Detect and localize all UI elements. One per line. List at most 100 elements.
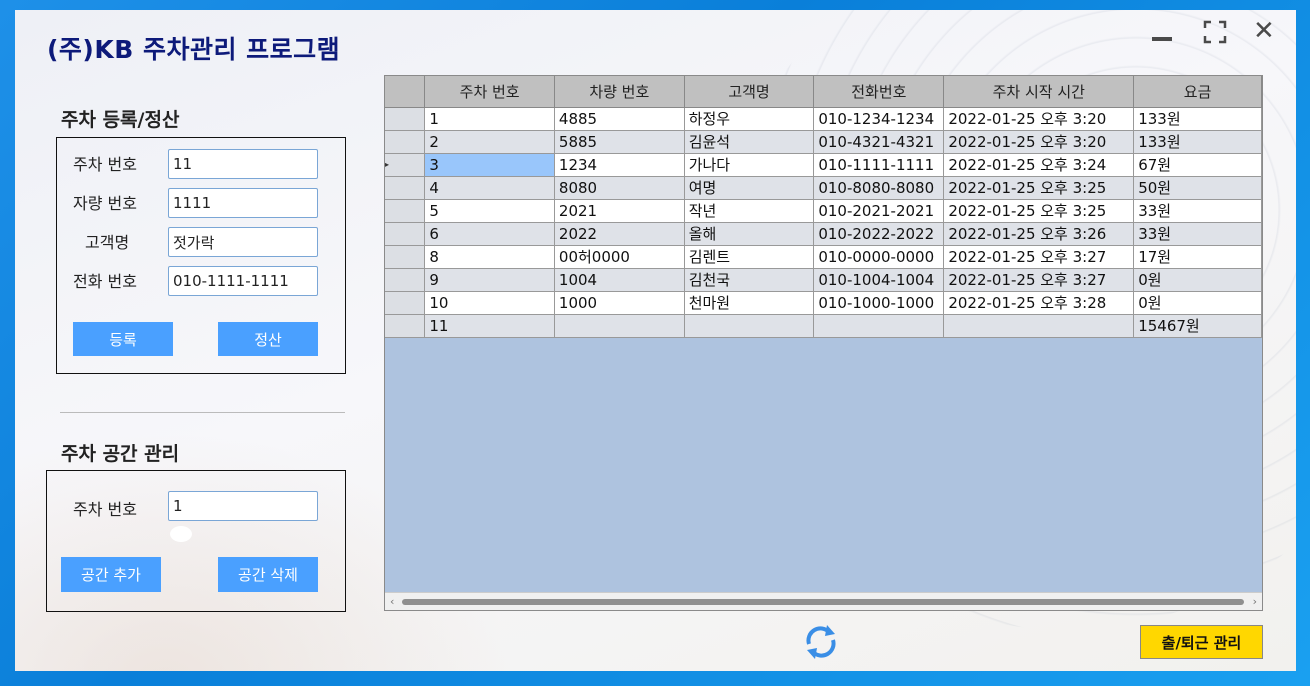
table-cell[interactable]: 3 <box>424 153 555 177</box>
table-row[interactable]: 2 5885 김윤석 010-4321-4321 2022-01-25 오후 3:20 1… <box>385 130 1262 154</box>
table-cell[interactable]: 8080 <box>554 176 685 200</box>
table-cell[interactable]: 010-1004-1004 <box>813 268 945 292</box>
table-cell[interactable]: 올해 <box>684 222 815 246</box>
table-cell[interactable]: 여명 <box>684 176 815 200</box>
table-row[interactable]: 5 2021 작년 010-2021-2021 2022-01-25 오후 3:25 33… <box>385 199 1262 223</box>
col-header[interactable]: 전화번호 <box>813 76 945 108</box>
table-row[interactable]: 11 15467원 <box>385 314 1262 338</box>
phone-number-input[interactable] <box>168 266 318 296</box>
table-cell[interactable]: 00허0000 <box>554 245 685 269</box>
table-row[interactable]: 10 1000 천마원 010-1000-1000 2022-01-25 오후 3:28… <box>385 291 1262 315</box>
col-header[interactable]: 요금 <box>1133 76 1262 108</box>
table-cell[interactable] <box>684 314 815 338</box>
close-icon[interactable]: ✕ <box>1253 18 1275 44</box>
col-header[interactable]: 주차 번호 <box>424 76 555 108</box>
table-cell[interactable] <box>813 314 945 338</box>
table-cell[interactable]: 2022-01-25 오후 3:25 <box>943 176 1135 200</box>
table-row[interactable]: 8 00허0000 김렌트 010-0000-0000 2022-01-25 오후 3:… <box>385 245 1262 269</box>
settle-button[interactable]: 정산 <box>218 322 318 356</box>
table-cell[interactable]: 김렌트 <box>684 245 815 269</box>
table-cell[interactable]: 4885 <box>554 107 685 131</box>
table-cell[interactable]: 2022-01-25 오후 3:27 <box>943 268 1135 292</box>
horizontal-scrollbar[interactable]: ‹ › <box>385 592 1262 610</box>
row-header[interactable] <box>385 291 426 315</box>
row-header[interactable] <box>385 245 426 269</box>
table-row[interactable]: ▸ 3 1234 가나다 010-1111-1111 2022-01-25 오후 3:24… <box>385 153 1262 177</box>
table-cell[interactable]: 2022 <box>554 222 685 246</box>
table-cell[interactable]: 0원 <box>1133 291 1262 315</box>
table-cell[interactable]: 2022-01-25 오후 3:24 <box>943 153 1135 177</box>
table-cell[interactable]: 010-2021-2021 <box>813 199 945 223</box>
table-cell[interactable]: 50원 <box>1133 176 1262 200</box>
table-cell[interactable] <box>554 314 685 338</box>
table-cell[interactable]: 6 <box>424 222 555 246</box>
table-cell[interactable]: 2022-01-25 오후 3:27 <box>943 245 1135 269</box>
table-cell[interactable]: 천마원 <box>684 291 815 315</box>
table-cell[interactable]: 김천국 <box>684 268 815 292</box>
table-cell[interactable]: 17원 <box>1133 245 1262 269</box>
table-cell[interactable]: 10 <box>424 291 555 315</box>
commute-management-button[interactable]: 출/퇴근 관리 <box>1140 625 1263 659</box>
table-cell[interactable]: 1 <box>424 107 555 131</box>
table-row[interactable]: 4 8080 여명 010-8080-8080 2022-01-25 오후 3:25 50… <box>385 176 1262 200</box>
slot-number-input[interactable] <box>168 149 318 179</box>
refresh-icon[interactable] <box>801 622 841 662</box>
scroll-left-icon[interactable]: ‹ <box>390 593 394 610</box>
table-cell[interactable]: 133원 <box>1133 107 1262 131</box>
table-cell[interactable]: 가나다 <box>684 153 815 177</box>
table-cell[interactable]: 8 <box>424 245 555 269</box>
table-cell[interactable]: 2022-01-25 오후 3:25 <box>943 199 1135 223</box>
car-number-input[interactable] <box>168 188 318 218</box>
row-header[interactable] <box>385 130 426 154</box>
row-header[interactable] <box>385 199 426 223</box>
table-cell[interactable]: 15467원 <box>1133 314 1262 338</box>
table-cell[interactable]: 5885 <box>554 130 685 154</box>
col-header[interactable]: 차량 번호 <box>554 76 685 108</box>
table-cell[interactable]: 010-4321-4321 <box>813 130 945 154</box>
parking-grid[interactable]: 주차 번호 차량 번호 고객명 전화번호 주차 시작 시간 요금 1 4885 하정… <box>384 75 1263 611</box>
table-cell[interactable]: 김윤석 <box>684 130 815 154</box>
customer-name-input[interactable] <box>168 227 318 257</box>
table-cell[interactable]: 1234 <box>554 153 685 177</box>
row-header[interactable] <box>385 268 426 292</box>
table-cell[interactable]: 4 <box>424 176 555 200</box>
table-cell[interactable]: 0원 <box>1133 268 1262 292</box>
table-cell[interactable]: 2021 <box>554 199 685 223</box>
table-cell[interactable]: 2022-01-25 오후 3:28 <box>943 291 1135 315</box>
col-header[interactable]: 주차 시작 시간 <box>943 76 1135 108</box>
table-row[interactable]: 6 2022 올해 010-2022-2022 2022-01-25 오후 3:26 33… <box>385 222 1262 246</box>
row-header[interactable]: ▸ <box>385 153 426 177</box>
table-cell[interactable]: 1004 <box>554 268 685 292</box>
row-header[interactable] <box>385 176 426 200</box>
table-cell[interactable] <box>943 314 1135 338</box>
table-cell[interactable]: 010-1000-1000 <box>813 291 945 315</box>
table-cell[interactable]: 67원 <box>1133 153 1262 177</box>
table-row[interactable]: 9 1004 김천국 010-1004-1004 2022-01-25 오후 3:27 0… <box>385 268 1262 292</box>
table-cell[interactable]: 010-1111-1111 <box>813 153 945 177</box>
table-cell[interactable]: 작년 <box>684 199 815 223</box>
table-cell[interactable]: 33원 <box>1133 199 1262 223</box>
table-cell[interactable]: 5 <box>424 199 555 223</box>
table-cell[interactable]: 2022-01-25 오후 3:20 <box>943 130 1135 154</box>
table-cell[interactable]: 하정우 <box>684 107 815 131</box>
table-cell[interactable]: 1000 <box>554 291 685 315</box>
table-cell[interactable]: 2022-01-25 오후 3:26 <box>943 222 1135 246</box>
register-button[interactable]: 등록 <box>73 322 173 356</box>
row-header[interactable] <box>385 222 426 246</box>
scroll-right-icon[interactable]: › <box>1253 593 1257 610</box>
table-cell[interactable]: 010-8080-8080 <box>813 176 945 200</box>
minimize-icon[interactable] <box>1152 30 1172 48</box>
table-cell[interactable]: 2 <box>424 130 555 154</box>
row-header[interactable] <box>385 314 426 338</box>
col-header[interactable]: 고객명 <box>684 76 815 108</box>
scroll-thumb[interactable] <box>402 599 1244 605</box>
table-cell[interactable]: 2022-01-25 오후 3:20 <box>943 107 1135 131</box>
row-header[interactable] <box>385 107 426 131</box>
table-cell[interactable]: 11 <box>424 314 555 338</box>
table-cell[interactable]: 010-0000-0000 <box>813 245 945 269</box>
space-slot-input[interactable] <box>168 491 318 521</box>
table-cell[interactable]: 010-1234-1234 <box>813 107 945 131</box>
delete-space-button[interactable]: 공간 삭제 <box>218 557 318 592</box>
table-cell[interactable]: 33원 <box>1133 222 1262 246</box>
add-space-button[interactable]: 공간 추가 <box>61 557 161 592</box>
